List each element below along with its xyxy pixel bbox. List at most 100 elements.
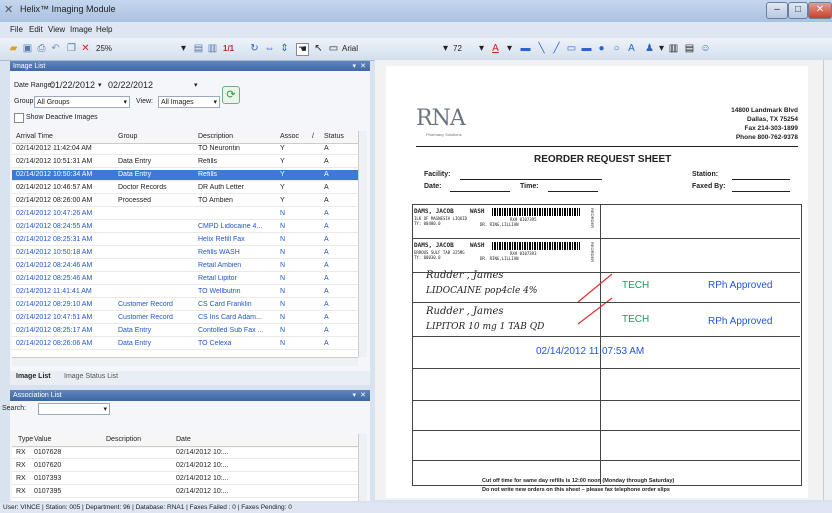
font-color-icon[interactable]: A [490, 43, 501, 54]
note-icon[interactable]: ▤ [684, 43, 695, 54]
panel-close-icon[interactable]: ✕ [360, 390, 366, 401]
image-table-hscrollbar[interactable] [12, 357, 358, 366]
cell-assoc: N [280, 236, 286, 243]
date-to-dropdown-icon[interactable]: ▾ [194, 81, 198, 89]
stamp-icon[interactable]: ♟ [644, 43, 655, 54]
menu-view[interactable]: View [48, 25, 65, 34]
font-dropdown-icon[interactable]: ▾ [440, 43, 451, 54]
image-table-scrollbar[interactable] [358, 131, 367, 357]
table-row[interactable]: 02/14/2012 08:26:00 AM Processed TO Ambien… [12, 196, 358, 207]
font-size[interactable]: 72 [453, 42, 462, 55]
text-tool-icon[interactable]: A [626, 43, 637, 54]
undo-icon[interactable]: ↶ [50, 43, 61, 54]
cell-desc: TO Wellbutrin [198, 288, 241, 295]
pen-icon[interactable]: ╱ [551, 43, 562, 54]
cell-status: A [324, 288, 329, 295]
table-row[interactable]: 02/14/2012 10:50:34 AM Data Entry Refills Y… [12, 170, 358, 181]
rectangle-icon[interactable]: ▭ [566, 43, 577, 54]
size-dropdown-icon[interactable]: ▾ [476, 43, 487, 54]
table-row[interactable]: 02/14/2012 08:25:31 AM Helix Refill Fax N A [12, 235, 358, 246]
cell-time: 02/14/2012 10:50:18 AM [16, 249, 93, 256]
minimize-button[interactable]: – [766, 2, 788, 19]
timestamp-stamp: 02/14/2012 11:07:53 AM [536, 346, 645, 357]
table-row[interactable]: 02/14/2012 11:42:04 AM TO Neurontin Y A [12, 144, 358, 155]
maximize-button[interactable]: □ [788, 2, 808, 19]
line-icon[interactable]: ╲ [536, 43, 547, 54]
col-description[interactable]: Description [198, 133, 233, 140]
print-icon[interactable]: ⎙ [36, 43, 47, 54]
save-icon[interactable]: ▣ [22, 43, 33, 54]
table-row[interactable]: 02/14/2012 08:25:46 AM Retail Lipitor N A [12, 274, 358, 285]
pointer-icon[interactable]: ↖ [313, 43, 324, 54]
rotate-icon[interactable]: ↻ [249, 43, 260, 54]
circle-icon[interactable]: ○ [611, 43, 622, 54]
faxed-by-line [732, 191, 790, 192]
cell-desc: TO Neurontin [198, 145, 240, 152]
prev-page-icon[interactable]: ▥ [207, 43, 218, 54]
select-rect-icon[interactable]: ▭ [328, 43, 339, 54]
table-row[interactable]: 02/14/2012 11:41:41 AM TO Wellbutrin N A [12, 287, 358, 298]
menu-edit[interactable]: Edit [29, 25, 43, 34]
col-status[interactable]: Status [324, 133, 344, 140]
color-dropdown-icon[interactable]: ▾ [504, 43, 515, 54]
pin-icon[interactable]: ▾ [352, 390, 356, 401]
group-select[interactable]: All Groups ▾ [34, 96, 130, 108]
search-input[interactable]: ▾ [38, 403, 110, 415]
col-description[interactable]: Description [106, 436, 141, 443]
open-icon[interactable]: ▰ [8, 43, 19, 54]
date-from-dropdown-icon[interactable]: ▾ [98, 81, 102, 89]
flip-h-icon[interactable]: ⇔ [264, 43, 275, 54]
zoom-value[interactable]: 25% [96, 42, 112, 55]
menu-image[interactable]: Image [70, 25, 92, 34]
tab-image-list[interactable]: Image List [16, 373, 51, 380]
table-row[interactable]: 02/14/2012 08:29:10 AM Customer Record CS … [12, 300, 358, 311]
copy-icon[interactable]: ❐ [66, 43, 77, 54]
refresh-button[interactable]: ⟳ [222, 86, 240, 104]
table-row[interactable]: 02/14/2012 08:24:46 AM Retail Ambien N A [12, 261, 358, 272]
table-row[interactable]: 02/14/2012 08:24:55 AM CMPD Lidocaine 4..… [12, 222, 358, 233]
date-to[interactable]: 02/22/2012 [108, 80, 153, 90]
table-row[interactable]: 02/14/2012 10:47:51 AM Customer Record CS … [12, 313, 358, 324]
association-row[interactable]: RX 0107620 02/14/2012 10:... [12, 461, 358, 472]
table-row[interactable]: 02/14/2012 10:46:57 AM Doctor Records DR A… [12, 183, 358, 194]
date-from[interactable]: 01/22/2012 [50, 80, 95, 90]
stamp-dropdown-icon[interactable]: ▾ [656, 43, 667, 54]
font-name[interactable]: Arial [342, 42, 358, 55]
table-row[interactable]: 02/14/2012 10:51:31 AM Data Entry Refills Y… [12, 157, 358, 168]
table-row[interactable]: 02/14/2012 08:25:17 AM Data Entry Contolle… [12, 326, 358, 337]
cell-time: 02/14/2012 08:25:46 AM [16, 275, 93, 282]
highlight-icon[interactable]: ▬ [520, 43, 531, 54]
zoom-dropdown-icon[interactable]: ▾ [178, 43, 189, 54]
delete-icon[interactable]: ✕ [80, 43, 91, 54]
close-button[interactable]: ✕ [808, 2, 832, 19]
col-group[interactable]: Group [118, 133, 137, 140]
filled-circle-icon[interactable]: ● [596, 43, 607, 54]
menu-file[interactable]: File [10, 25, 23, 34]
table-row[interactable]: 02/14/2012 08:26:06 AM Data Entry TO Celex… [12, 339, 358, 350]
association-row[interactable]: RX 0107628 02/14/2012 10:... [12, 448, 358, 459]
tab-image-status-list[interactable]: Image Status List [64, 373, 118, 380]
menu-help[interactable]: Help [96, 25, 112, 34]
table-row[interactable]: 02/14/2012 10:50:18 AM Refills WASH N A [12, 248, 358, 259]
col-date[interactable]: Date [176, 436, 191, 443]
cell-assoc: Y [280, 184, 285, 191]
col-value[interactable]: Value [34, 436, 51, 443]
table-row[interactable]: 02/14/2012 10:47:26 AM N A [12, 209, 358, 220]
address-line: Fax 214-303-1899 [744, 125, 799, 132]
flip-v-icon[interactable]: ⇕ [279, 43, 290, 54]
hand-tool-icon[interactable]: ☚ [296, 43, 309, 56]
col-type[interactable]: Type [18, 436, 33, 443]
viewer-scrollbar[interactable] [823, 60, 832, 500]
view-select[interactable]: All Images ▾ [158, 96, 220, 108]
col-assoc[interactable]: Assoc [280, 133, 299, 140]
association-scrollbar[interactable] [358, 434, 367, 501]
first-page-icon[interactable]: ▤ [193, 43, 204, 54]
filled-rect-icon[interactable]: ▬ [581, 43, 592, 54]
show-deactive-checkbox[interactable] [14, 113, 24, 123]
barcode-icon[interactable]: ▥ [668, 43, 679, 54]
signature-icon[interactable]: ☺ [700, 43, 711, 54]
col-arrival-time[interactable]: Arrival Time [16, 133, 53, 140]
association-row[interactable]: RX 0107395 02/14/2012 10:... [12, 487, 358, 498]
association-row[interactable]: RX 0107393 02/14/2012 10:... [12, 474, 358, 485]
cell-time: 02/14/2012 10:51:31 AM [16, 158, 93, 165]
